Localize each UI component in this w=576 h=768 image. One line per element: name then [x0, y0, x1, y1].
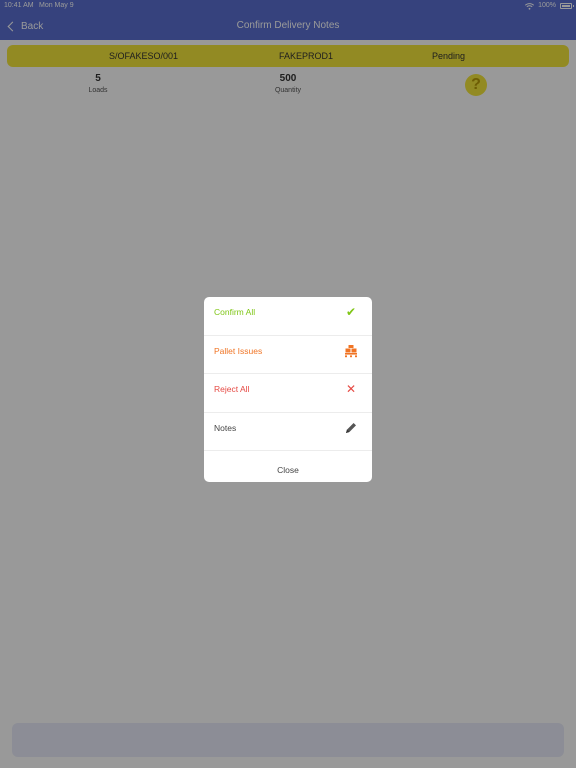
checkmark-icon: ✔ [345, 305, 357, 319]
close-icon: ✕ [345, 382, 357, 396]
notes-label: Notes [214, 422, 237, 433]
confirm-all-button[interactable]: Confirm All ✔ [204, 297, 372, 336]
close-button[interactable]: Close [204, 451, 372, 482]
pallet-icon [344, 344, 358, 358]
pallet-issues-label: Pallet Issues [214, 345, 263, 356]
action-sheet: Confirm All ✔ Pallet Issues Reject All ✕… [204, 297, 372, 482]
reject-all-label: Reject All [214, 384, 250, 394]
pencil-icon [344, 421, 358, 435]
notes-button[interactable]: Notes [204, 413, 372, 451]
reject-all-button[interactable]: Reject All ✕ [204, 374, 372, 413]
confirm-all-label: Confirm All [214, 307, 256, 317]
pallet-issues-button[interactable]: Pallet Issues [204, 336, 372, 374]
